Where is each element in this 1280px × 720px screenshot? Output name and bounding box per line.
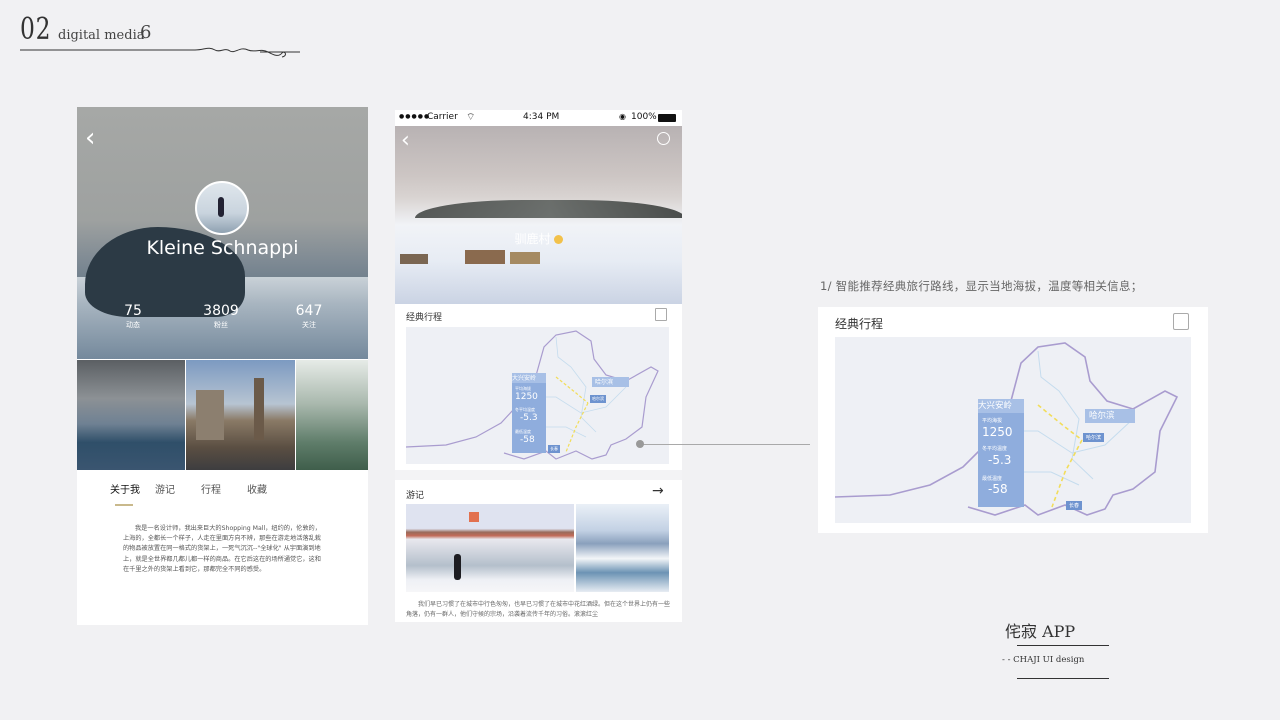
avg-temp-value: -5.3 bbox=[520, 413, 538, 423]
active-tab-indicator bbox=[115, 504, 133, 506]
region-chip: 大兴安岭 bbox=[512, 373, 546, 383]
stat-posts[interactable]: 75 动态 bbox=[103, 303, 163, 330]
city-chip[interactable]: 哈尔滨 bbox=[592, 377, 629, 387]
clock-label: 4:34 PM bbox=[523, 112, 560, 122]
profile-cover: ‹ Kleine Schnappi 75 动态 3809 粉丝 647 关注 bbox=[77, 107, 368, 359]
altitude-value: 1250 bbox=[515, 392, 538, 402]
cabin bbox=[465, 250, 505, 264]
feature-note: 1/ 智能推荐经典旅行路线，显示当地海拔，温度等相关信息； bbox=[820, 279, 1143, 293]
search-icon[interactable] bbox=[657, 132, 670, 145]
calendar-icon bbox=[1173, 313, 1189, 330]
brand-subtitle: - - CHAJI UI design bbox=[1002, 655, 1085, 665]
village-cover[interactable]: ‹ 驯鹿村 bbox=[395, 126, 682, 306]
stat-followers[interactable]: 3809 粉丝 bbox=[191, 303, 251, 330]
city-name: 哈尔滨 bbox=[1089, 411, 1115, 421]
treeline bbox=[415, 200, 682, 218]
page-number: 6 bbox=[140, 22, 152, 43]
stat-value: 75 bbox=[124, 303, 142, 319]
region-name: 大兴安岭 bbox=[512, 375, 537, 382]
calendar-icon[interactable] bbox=[655, 308, 667, 321]
low-temp-value: -58 bbox=[988, 482, 1008, 496]
altitude-value: 1250 bbox=[982, 425, 1013, 439]
itinerary-title: 经典行程 bbox=[835, 317, 884, 331]
stat-value: 3809 bbox=[203, 303, 239, 319]
travelogue-text: 我们早已习惯了在城市中行色匆匆，也早已习惯了在城市中花红酒绿。但在这个世界上仍有… bbox=[406, 601, 671, 618]
tab-favorites[interactable]: 收藏 bbox=[247, 481, 267, 496]
stat-following[interactable]: 647 关注 bbox=[279, 303, 339, 330]
city-tag-changchun: 长春 bbox=[548, 445, 560, 453]
profile-screen: ‹ Kleine Schnappi 75 动态 3809 粉丝 647 关注 关… bbox=[77, 107, 368, 625]
avg-temp-label: 冬平均温度 bbox=[982, 446, 1008, 452]
detail-screen: ●●●●● Carrier ⌔ 4:34 PM ◉ 100% ‹ 驯鹿村 经典行… bbox=[395, 110, 682, 622]
city-name: 哈尔滨 bbox=[595, 379, 614, 386]
travelogue-card[interactable]: 游记 → 我们早已习惯了在城市中行色匆匆，也早已习惯了在城市中花红酒绿。但在这个… bbox=[395, 480, 682, 622]
low-temp-value: -58 bbox=[520, 435, 535, 445]
travelogue-photo-station[interactable] bbox=[406, 504, 574, 592]
region-name: 大兴安岭 bbox=[978, 401, 1013, 411]
region-info-panel: 大兴安岭 平均海拔 1250 冬平均温度 -5.3 最低温度 -58 bbox=[978, 399, 1024, 507]
brand-name: 侘寂 APP bbox=[1005, 622, 1076, 641]
section-number: 02 bbox=[20, 12, 52, 47]
wifi-icon: ⌔ bbox=[466, 112, 476, 123]
stat-label: 关注 bbox=[302, 321, 316, 329]
station-sign bbox=[469, 512, 479, 522]
cabin bbox=[510, 252, 540, 264]
stat-label: 粉丝 bbox=[214, 321, 228, 329]
callout-line bbox=[640, 444, 810, 445]
route-map[interactable]: 大兴安岭 平均海拔 1250 冬平均温度 -5.3 最低温度 -58 哈尔滨 哈… bbox=[406, 327, 669, 464]
back-icon[interactable]: ‹ bbox=[401, 130, 410, 152]
tab-about[interactable]: 关于我 bbox=[110, 481, 140, 496]
travelogue-photo-snow-house[interactable] bbox=[576, 504, 669, 592]
brand-rule-top bbox=[1017, 645, 1109, 646]
play-icon[interactable] bbox=[553, 235, 563, 244]
city-tag: 哈尔滨 bbox=[1083, 433, 1105, 442]
avatar[interactable] bbox=[195, 181, 249, 235]
signal-icon: ●●●●● bbox=[399, 113, 431, 120]
region-info-panel[interactable]: 大兴安岭 平均海拔 1250 冬平均温度 -5.3 最低温度 -58 bbox=[512, 373, 546, 453]
tab-travelogue[interactable]: 游记 bbox=[155, 481, 175, 496]
clock-tower bbox=[254, 378, 264, 440]
itinerary-card-enlarged: 经典行程 大兴安岭 平均海拔 1250 冬平均温度 -5.3 最低温度 -58 … bbox=[818, 307, 1208, 533]
avatar-figure bbox=[218, 197, 224, 217]
low-temp-label: 最低温度 bbox=[982, 476, 1003, 482]
altitude-label: 平均海拔 bbox=[982, 418, 1003, 424]
header-underline bbox=[20, 47, 300, 58]
building bbox=[196, 390, 224, 440]
back-icon[interactable]: ‹ bbox=[85, 125, 95, 151]
tab-itinerary[interactable]: 行程 bbox=[201, 481, 221, 496]
village-title-row: 驯鹿村 bbox=[395, 230, 682, 247]
stat-value: 647 bbox=[295, 303, 323, 319]
route-map-enlarged: 大兴安岭 平均海拔 1250 冬平均温度 -5.3 最低温度 -58 哈尔滨 哈… bbox=[835, 337, 1191, 523]
walking-person bbox=[454, 554, 461, 580]
city-tag-changchun: 长春 bbox=[1066, 501, 1083, 510]
village-title: 驯鹿村 bbox=[514, 232, 551, 246]
arrow-right-icon[interactable]: → bbox=[652, 483, 664, 499]
rotation-lock-icon: ◉ bbox=[619, 112, 626, 121]
gallery-photo-city[interactable] bbox=[186, 360, 295, 470]
cabin bbox=[400, 254, 428, 264]
travelogue-title: 游记 bbox=[406, 491, 425, 501]
battery-icon bbox=[658, 114, 676, 122]
avg-temp-value: -5.3 bbox=[988, 453, 1012, 467]
profile-tabs: 关于我 游记 行程 收藏 bbox=[77, 479, 368, 503]
stat-label: 动态 bbox=[126, 321, 140, 329]
city-chip: 哈尔滨 bbox=[1085, 409, 1135, 423]
region-chip: 大兴安岭 bbox=[978, 399, 1024, 413]
itinerary-title: 经典行程 bbox=[406, 313, 443, 323]
gallery-photo-sea[interactable] bbox=[77, 360, 185, 470]
user-name: Kleine Schnappi bbox=[146, 237, 299, 259]
gallery-photo-forest[interactable] bbox=[296, 360, 368, 470]
city-tag: 哈尔滨 bbox=[590, 395, 606, 403]
status-bar: ●●●●● Carrier ⌔ 4:34 PM ◉ 100% bbox=[395, 110, 682, 126]
battery-label: 100% bbox=[631, 112, 657, 122]
brand-rule-bottom bbox=[1017, 678, 1109, 679]
carrier-label: Carrier bbox=[427, 112, 458, 122]
about-text: 我是一名设计师，我出来巨大的Shopping Mall，纽约的，伦敦的，上海的，… bbox=[123, 525, 321, 573]
callout-dot bbox=[636, 440, 644, 448]
section-subtitle: digital media bbox=[58, 28, 145, 43]
